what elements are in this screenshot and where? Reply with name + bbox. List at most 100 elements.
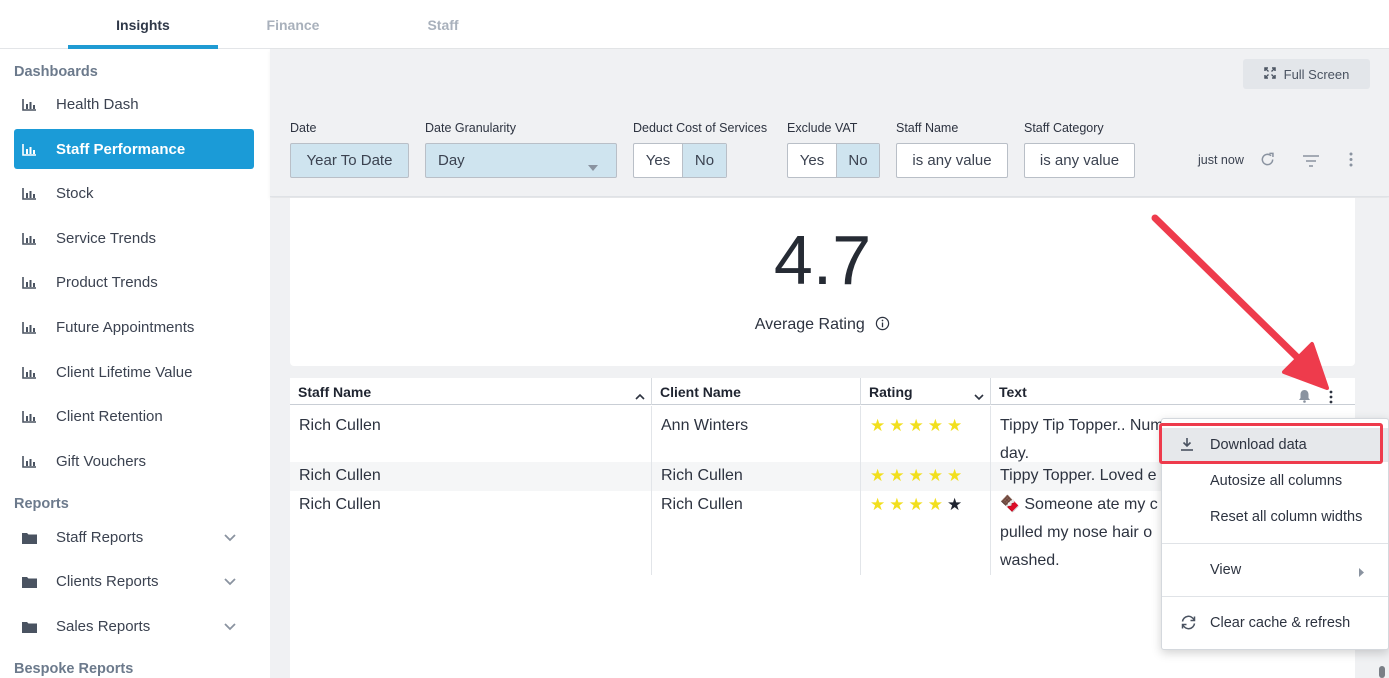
more-vert-icon[interactable]	[1349, 152, 1353, 172]
fullscreen-label: Full Screen	[1283, 66, 1350, 82]
star-icon: ★	[927, 495, 947, 514]
tab-insights[interactable]: Insights	[68, 0, 218, 49]
sidebar-item-product-trends[interactable]: Product Trends	[14, 262, 254, 302]
sidebar-item-label: Service Trends	[56, 229, 157, 247]
sidebar-item-client-lifetime-value[interactable]: Client Lifetime Value	[14, 352, 254, 392]
star-icon: ★	[908, 495, 928, 514]
sidebar-item-label: Gift Vouchers	[56, 452, 147, 470]
column-header-rating[interactable]: Rating	[861, 378, 991, 405]
average-rating-tile: 4.7 Average Rating	[290, 198, 1355, 366]
deduct-cost-no[interactable]: No	[682, 144, 726, 177]
menu-item-autosize-columns[interactable]: Autosize all columns	[1162, 464, 1388, 498]
client-name-cell: Rich Cullen	[652, 462, 861, 491]
sidebar-item-gift-vouchers[interactable]: Gift Vouchers	[14, 441, 254, 481]
granularity-select[interactable]: Day	[425, 143, 617, 178]
folder-icon	[22, 619, 40, 633]
info-icon[interactable]	[875, 316, 890, 336]
chevron-down-icon[interactable]	[224, 618, 236, 635]
tab-finance[interactable]: Finance	[218, 0, 368, 49]
menu-item-label: Clear cache & refresh	[1210, 615, 1351, 631]
sidebar-item-staff-performance[interactable]: Staff Performance	[14, 129, 254, 169]
expand-icon	[1263, 66, 1276, 82]
table-header: Staff Name Client Name Rating Text	[290, 378, 1355, 405]
star-icon: ★	[870, 416, 890, 435]
filter-icon[interactable]	[1303, 154, 1319, 172]
sidebar-item-label: Product Trends	[56, 273, 158, 291]
menu-item-label: Autosize all columns	[1210, 473, 1343, 489]
deduct-cost-yes[interactable]: Yes	[634, 144, 682, 177]
folder-icon	[22, 530, 40, 544]
rating-stars: ★★★★★	[861, 491, 991, 575]
menu-item-label: View	[1210, 562, 1242, 578]
sidebar-item-service-trends[interactable]: Service Trends	[14, 218, 254, 258]
staff-name-filter[interactable]: is any value	[896, 143, 1008, 178]
star-icon: ★	[908, 466, 928, 485]
column-header-label: Staff Name	[298, 383, 372, 400]
average-rating-value: 4.7	[773, 221, 872, 299]
sidebar-item-client-retention[interactable]: Client Retention	[14, 396, 254, 436]
column-header-label: Rating	[869, 383, 913, 400]
average-rating-text: Average Rating	[754, 316, 865, 333]
exclude-vat-yes[interactable]: Yes	[788, 144, 836, 177]
menu-item-label: Reset all column widths	[1210, 509, 1363, 525]
client-name-cell: Rich Cullen	[652, 491, 861, 575]
staff-category-label: Staff Category	[1024, 121, 1104, 135]
tab-staff[interactable]: Staff	[368, 0, 518, 49]
refresh-icon[interactable]	[1260, 152, 1275, 172]
star-icon: ★	[927, 416, 947, 435]
menu-divider	[1162, 543, 1388, 544]
reports-heading: Reports	[14, 496, 69, 512]
sidebar-item-clients-reports[interactable]: Clients Reports	[14, 561, 254, 601]
chart-icon	[22, 97, 40, 111]
deduct-cost-toggle: Yes No	[633, 143, 727, 178]
staff-name-cell: Rich Cullen	[290, 406, 652, 462]
star-icon: ★	[908, 416, 928, 435]
star-icon: ★	[947, 495, 967, 514]
dashboards-heading: Dashboards	[14, 64, 98, 80]
column-header-staff-name[interactable]: Staff Name	[290, 378, 652, 405]
scrollbar-thumb[interactable]	[1379, 666, 1385, 678]
chevron-down-icon[interactable]	[974, 388, 984, 404]
menu-item-view[interactable]: View	[1162, 553, 1388, 587]
menu-item-clear-cache-refresh[interactable]: Clear cache & refresh	[1162, 606, 1388, 640]
chevron-down-icon[interactable]	[224, 529, 236, 546]
staff-category-filter[interactable]: is any value	[1024, 143, 1135, 178]
top-tab-bar: Insights Finance Staff	[0, 0, 1389, 49]
sidebar-item-sales-reports[interactable]: Sales Reports	[14, 606, 254, 646]
bespoke-reports-heading: Bespoke Reports	[14, 661, 134, 677]
chart-icon	[22, 320, 40, 334]
granularity-value: Day	[438, 152, 465, 169]
client-name-cell: Ann Winters	[652, 406, 861, 462]
sidebar-item-future-appointments[interactable]: Future Appointments	[14, 307, 254, 347]
chart-icon	[22, 142, 40, 156]
star-icon: ★	[870, 495, 890, 514]
staff-name-cell: Rich Cullen	[290, 462, 652, 491]
sidebar-item-stock[interactable]: Stock	[14, 173, 254, 213]
exclude-vat-no[interactable]: No	[836, 144, 879, 177]
deduct-cost-label: Deduct Cost of Services	[633, 121, 768, 135]
chart-icon	[22, 275, 40, 289]
chevron-down-icon[interactable]	[224, 573, 236, 590]
exclude-vat-toggle: Yes No	[787, 143, 880, 178]
sort-asc-icon[interactable]	[635, 387, 645, 403]
filter-bar: Full Screen Date Year To Date Date Granu…	[270, 49, 1389, 197]
fullscreen-button[interactable]: Full Screen	[1243, 59, 1370, 89]
chart-icon	[22, 409, 40, 423]
sidebar-item-staff-reports[interactable]: Staff Reports	[14, 517, 254, 557]
sidebar-item-label: Client Retention	[56, 407, 163, 425]
sidebar-item-health-dash[interactable]: Health Dash	[14, 84, 254, 124]
sidebar-item-label: Health Dash	[56, 95, 139, 113]
sidebar-item-label: Staff Performance	[56, 140, 186, 158]
column-header-client-name[interactable]: Client Name	[652, 378, 861, 405]
date-filter[interactable]: Year To Date	[290, 143, 409, 178]
last-updated-text: just now	[1198, 153, 1244, 167]
rating-stars: ★★★★★	[861, 462, 991, 491]
staff-name-label: Staff Name	[896, 121, 959, 135]
date-filter-label: Date	[290, 121, 317, 135]
sidebar-item-label: Client Lifetime Value	[56, 363, 193, 381]
chart-icon	[22, 365, 40, 379]
star-icon: ★	[889, 495, 909, 514]
menu-item-reset-column-widths[interactable]: Reset all column widths	[1162, 500, 1388, 534]
star-icon: ★	[947, 416, 967, 435]
caret-down-icon	[588, 158, 598, 175]
